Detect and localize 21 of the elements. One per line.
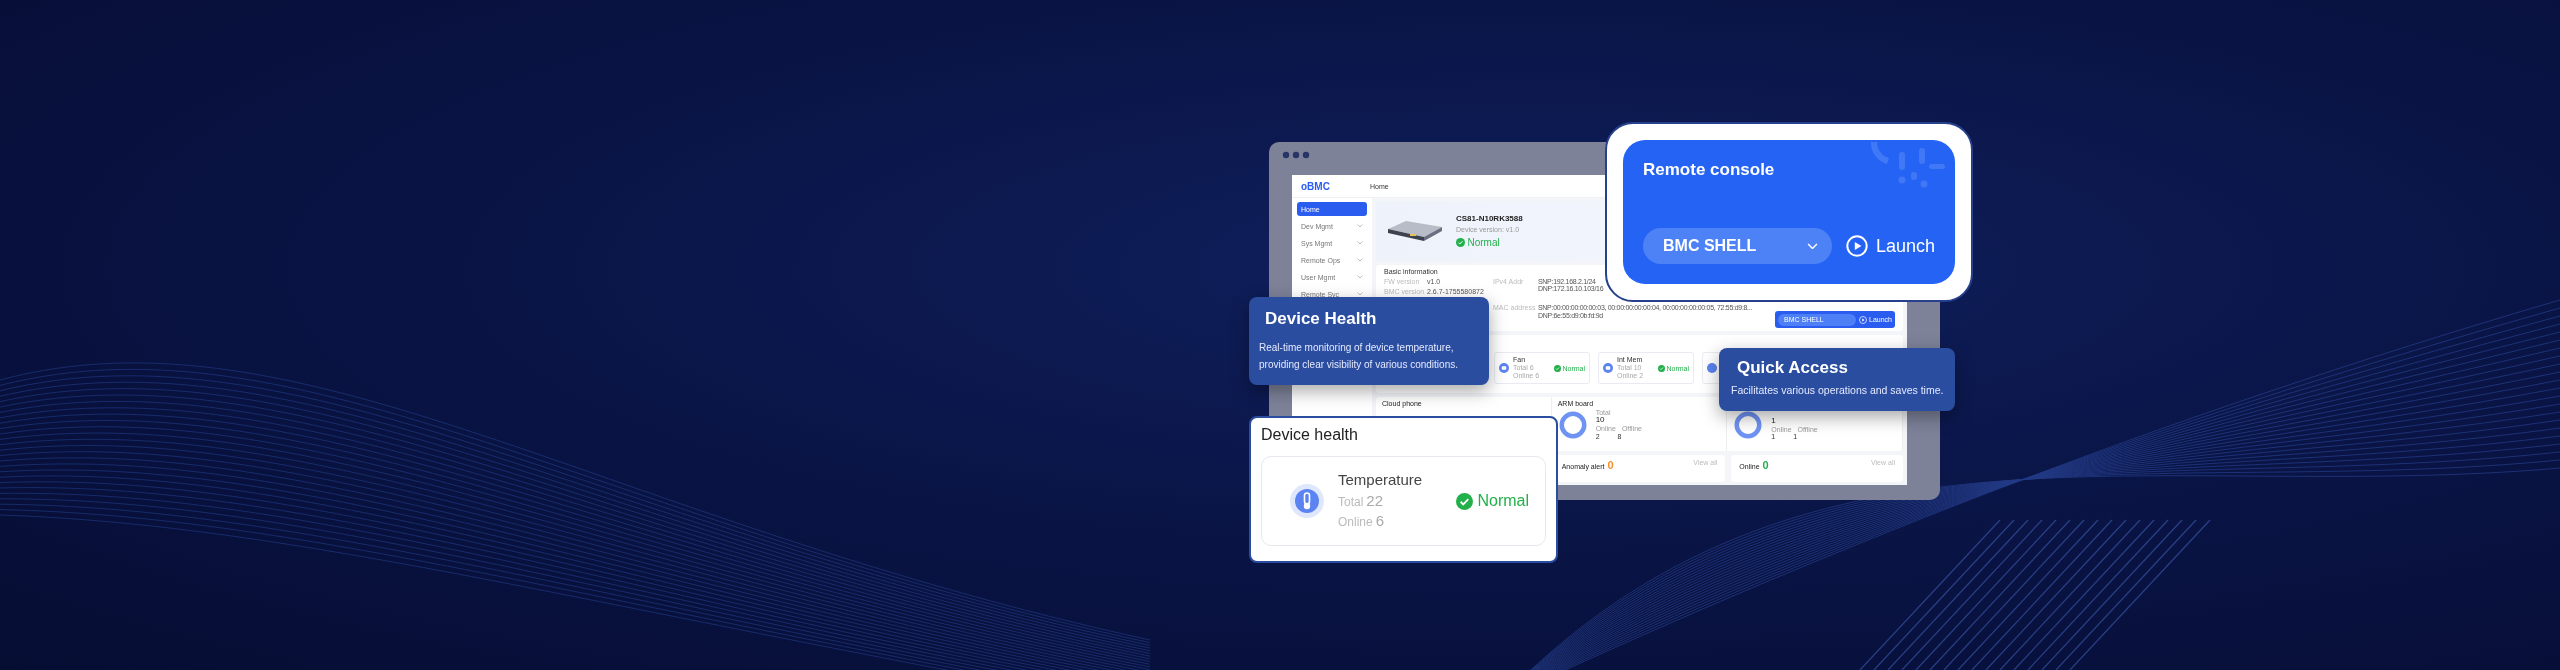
shell-select[interactable]: BMC SHELL <box>1643 228 1832 264</box>
stat-total: 10 <box>1595 416 1606 426</box>
card-title: Device health <box>1261 426 1359 444</box>
total-value: 22 <box>1366 492 1384 510</box>
alert-count: 0 <box>1762 459 1769 472</box>
launch-button[interactable]: Launch <box>1845 235 1935 257</box>
online-value: 6 <box>1375 513 1385 530</box>
online-label: Online <box>1338 516 1373 530</box>
item-name: Temperature <box>1338 472 1424 489</box>
callout-title: Remote console <box>1643 160 1776 180</box>
status-label: Normal <box>1456 492 1529 510</box>
device-name: CS81-N10RK3588 <box>1456 214 1523 224</box>
total-label: Total <box>1338 495 1364 509</box>
tooltip-title: Quick Access <box>1737 358 1848 378</box>
tooltip-description: Facilitates various operations and saves time. <box>1731 383 1944 398</box>
tooltip-title: Device Health <box>1265 309 1377 329</box>
stat-total: 1 <box>1771 417 1777 426</box>
app-logo: oBMC <box>1300 180 1331 192</box>
tooltip-description: Real-time monitoring of device temperature, providing clear visibility of various conditions. <box>1259 341 1459 372</box>
alert-count: 0 <box>1607 459 1614 472</box>
device-status: Normal <box>1456 236 1523 248</box>
